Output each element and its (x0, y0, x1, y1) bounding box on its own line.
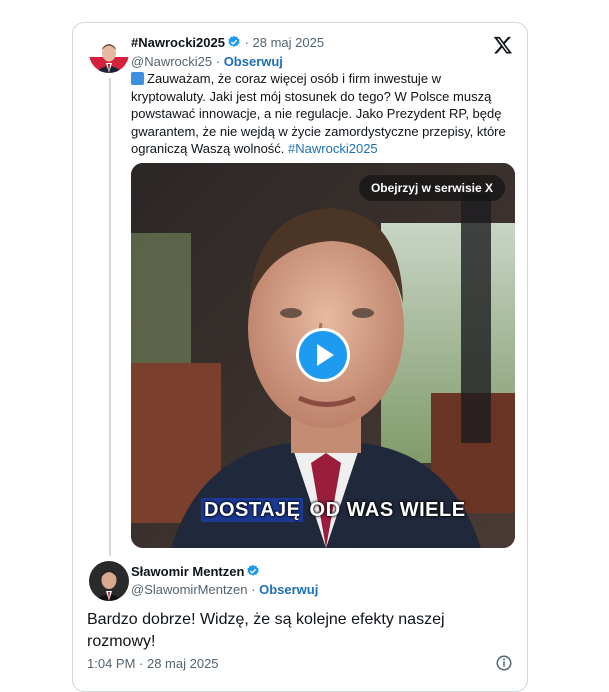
verified-badge-icon (247, 564, 260, 576)
x-logo-icon[interactable] (493, 35, 513, 55)
author-name-row: Sławomir Mentzen (131, 564, 260, 580)
quoted-tweet-text: Zauważam, że coraz więcej osób i firm in… (131, 70, 515, 158)
tweet-card: #Nawrocki2025 · 28 maj 2025 @Nawrocki25 … (72, 22, 528, 692)
author-follow-link[interactable]: Obserwuj (259, 582, 318, 597)
quoted-handle-row: @Nawrocki25 · Obserwuj (131, 54, 283, 69)
quoted-handle[interactable]: @Nawrocki25 (131, 54, 212, 69)
blue-square-icon (131, 72, 144, 85)
play-button[interactable] (296, 328, 350, 382)
tweet-date: 28 maj 2025 (146, 656, 219, 671)
watch-on-x-button[interactable]: Obejrzyj w serwisie X (358, 175, 505, 201)
verified-badge-icon (228, 35, 240, 47)
hashtag-link[interactable]: #Nawrocki2025 (288, 141, 378, 156)
author-handle-row: @SlawomirMentzen · Obserwuj (131, 582, 319, 597)
author-handle[interactable]: @SlawomirMentzen (131, 582, 248, 597)
author-display-name[interactable]: Sławomir Mentzen (131, 564, 244, 579)
quoted-date[interactable]: 28 maj 2025 (253, 35, 325, 50)
quoted-header: #Nawrocki2025 · 28 maj 2025 (131, 35, 325, 50)
info-icon[interactable] (495, 654, 513, 672)
author-avatar[interactable] (89, 561, 129, 601)
play-icon (317, 344, 334, 366)
author-tweet-text: Bardzo dobrze! Widzę, że są kolejne efek… (87, 611, 445, 650)
tweet-timestamp[interactable]: 1:04 PM · 28 maj 2025 (87, 656, 219, 672)
video-player[interactable]: Obejrzyj w serwisie X DOSTAJĘ OD WAS WIE… (131, 163, 515, 548)
quoted-author-avatar[interactable] (89, 33, 129, 73)
video-caption: DOSTAJĘ OD WAS WIELE (201, 498, 466, 522)
caption-rest: OD WAS WIELE (309, 499, 466, 521)
quoted-follow-link[interactable]: Obserwuj (224, 54, 283, 69)
thread-line (109, 78, 111, 556)
tweet-time: 1:04 PM (87, 656, 136, 671)
quoted-display-name[interactable]: #Nawrocki2025 (131, 35, 225, 50)
caption-highlight: DOSTAJĘ (201, 498, 304, 522)
